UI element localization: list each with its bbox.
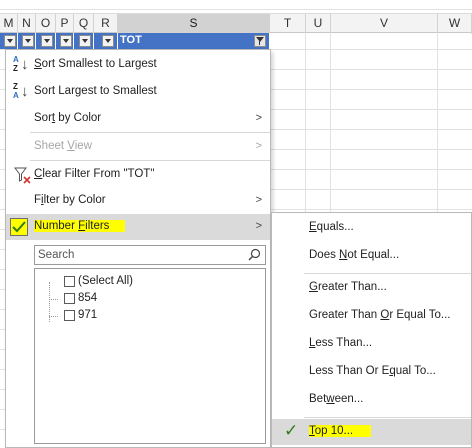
header-cell-q	[74, 33, 94, 49]
header-cell-r	[94, 33, 118, 49]
number-filters-item[interactable]: Number Filters >	[6, 214, 270, 240]
sheet-view-item: Sheet View >	[34, 140, 262, 152]
active-filter-button[interactable]	[254, 35, 266, 47]
sort-ascending-item[interactable]: A Z ↓ Sort Smallest to Largest	[6, 52, 270, 78]
col-header-t[interactable]: T	[270, 14, 306, 34]
greater-than-item[interactable]: Greater Than...	[272, 275, 471, 301]
filter-dropdown-button[interactable]	[79, 35, 91, 47]
header-cell-p	[56, 33, 74, 49]
checked-checkbox-icon	[10, 218, 28, 236]
sort-descending-item[interactable]: Z A ↓ Sort Largest to Smallest	[6, 79, 270, 105]
number-filters-submenu: Equals... Does Not Equal... Greater Than…	[271, 212, 472, 448]
filter-dropdown-button[interactable]	[41, 35, 53, 47]
list-item[interactable]: 854	[35, 290, 265, 308]
col-header-n[interactable]: N	[18, 14, 36, 34]
check-icon: ✓	[284, 421, 299, 440]
does-not-equal-item[interactable]: Does Not Equal...	[272, 243, 471, 269]
header-cell-tot: TOT	[118, 33, 270, 49]
greater-than-or-equal-item[interactable]: Greater Than Or Equal To...	[272, 303, 471, 329]
col-header-v[interactable]: V	[331, 14, 438, 34]
filter-dropdown-button[interactable]	[22, 35, 34, 47]
col-header-p[interactable]: P	[56, 14, 74, 34]
header-label-tot: TOT	[120, 34, 142, 46]
header-cell-o	[36, 33, 56, 49]
sort-ascending-icon: A Z ↓	[13, 55, 29, 74]
between-item[interactable]: Between...	[272, 387, 471, 413]
chevron-right-icon: >	[255, 140, 262, 152]
col-header-m[interactable]: M	[0, 14, 18, 34]
less-than-or-equal-item[interactable]: Less Than Or Equal To...	[272, 359, 471, 385]
col-header-o[interactable]: O	[36, 14, 56, 34]
clear-filter-item[interactable]: Clear Filter From "TOT"	[6, 162, 270, 188]
column-header-bar: M N O P Q R S T U V W	[0, 13, 472, 34]
table-header-row: TOT	[0, 33, 472, 49]
search-icon	[248, 248, 261, 261]
list-item-select-all[interactable]: (Select All)	[35, 273, 265, 291]
less-than-item[interactable]: Less Than...	[272, 331, 471, 357]
filter-dropdown-button[interactable]	[60, 35, 72, 47]
col-header-r[interactable]: R	[94, 14, 118, 34]
header-cell-m	[0, 33, 18, 49]
sort-descending-icon: Z A ↓	[13, 82, 29, 101]
col-header-u[interactable]: U	[306, 14, 331, 34]
value-list: (Select All) 854 971	[34, 268, 266, 444]
checkbox[interactable]	[64, 293, 75, 304]
sort-by-color-item[interactable]: Sort by Color >	[6, 106, 270, 132]
filter-dropdown-button[interactable]	[4, 35, 16, 47]
header-cell-n	[18, 33, 36, 49]
chevron-right-icon: >	[255, 220, 262, 232]
list-item[interactable]: 971	[35, 307, 265, 325]
col-header-q[interactable]: Q	[74, 14, 94, 34]
equals-item[interactable]: Equals...	[272, 215, 471, 241]
checkbox[interactable]	[64, 310, 75, 321]
chevron-right-icon: >	[255, 112, 262, 124]
chevron-right-icon: >	[255, 194, 262, 206]
funnel-icon	[256, 37, 264, 42]
filter-by-color-item[interactable]: Filter by Color >	[6, 188, 270, 214]
filter-dropdown-button[interactable]	[102, 35, 114, 47]
autofilter-menu: A Z ↓ Sort Smallest to Largest Z A ↓ Sor…	[5, 49, 271, 448]
col-header-w[interactable]: W	[438, 14, 472, 34]
col-header-s[interactable]: S	[118, 14, 270, 34]
clear-filter-icon	[14, 167, 31, 184]
top-10-item[interactable]: ✓ Top 10...	[272, 419, 471, 445]
search-input[interactable]: Search	[34, 245, 266, 265]
checkbox[interactable]	[64, 276, 75, 287]
